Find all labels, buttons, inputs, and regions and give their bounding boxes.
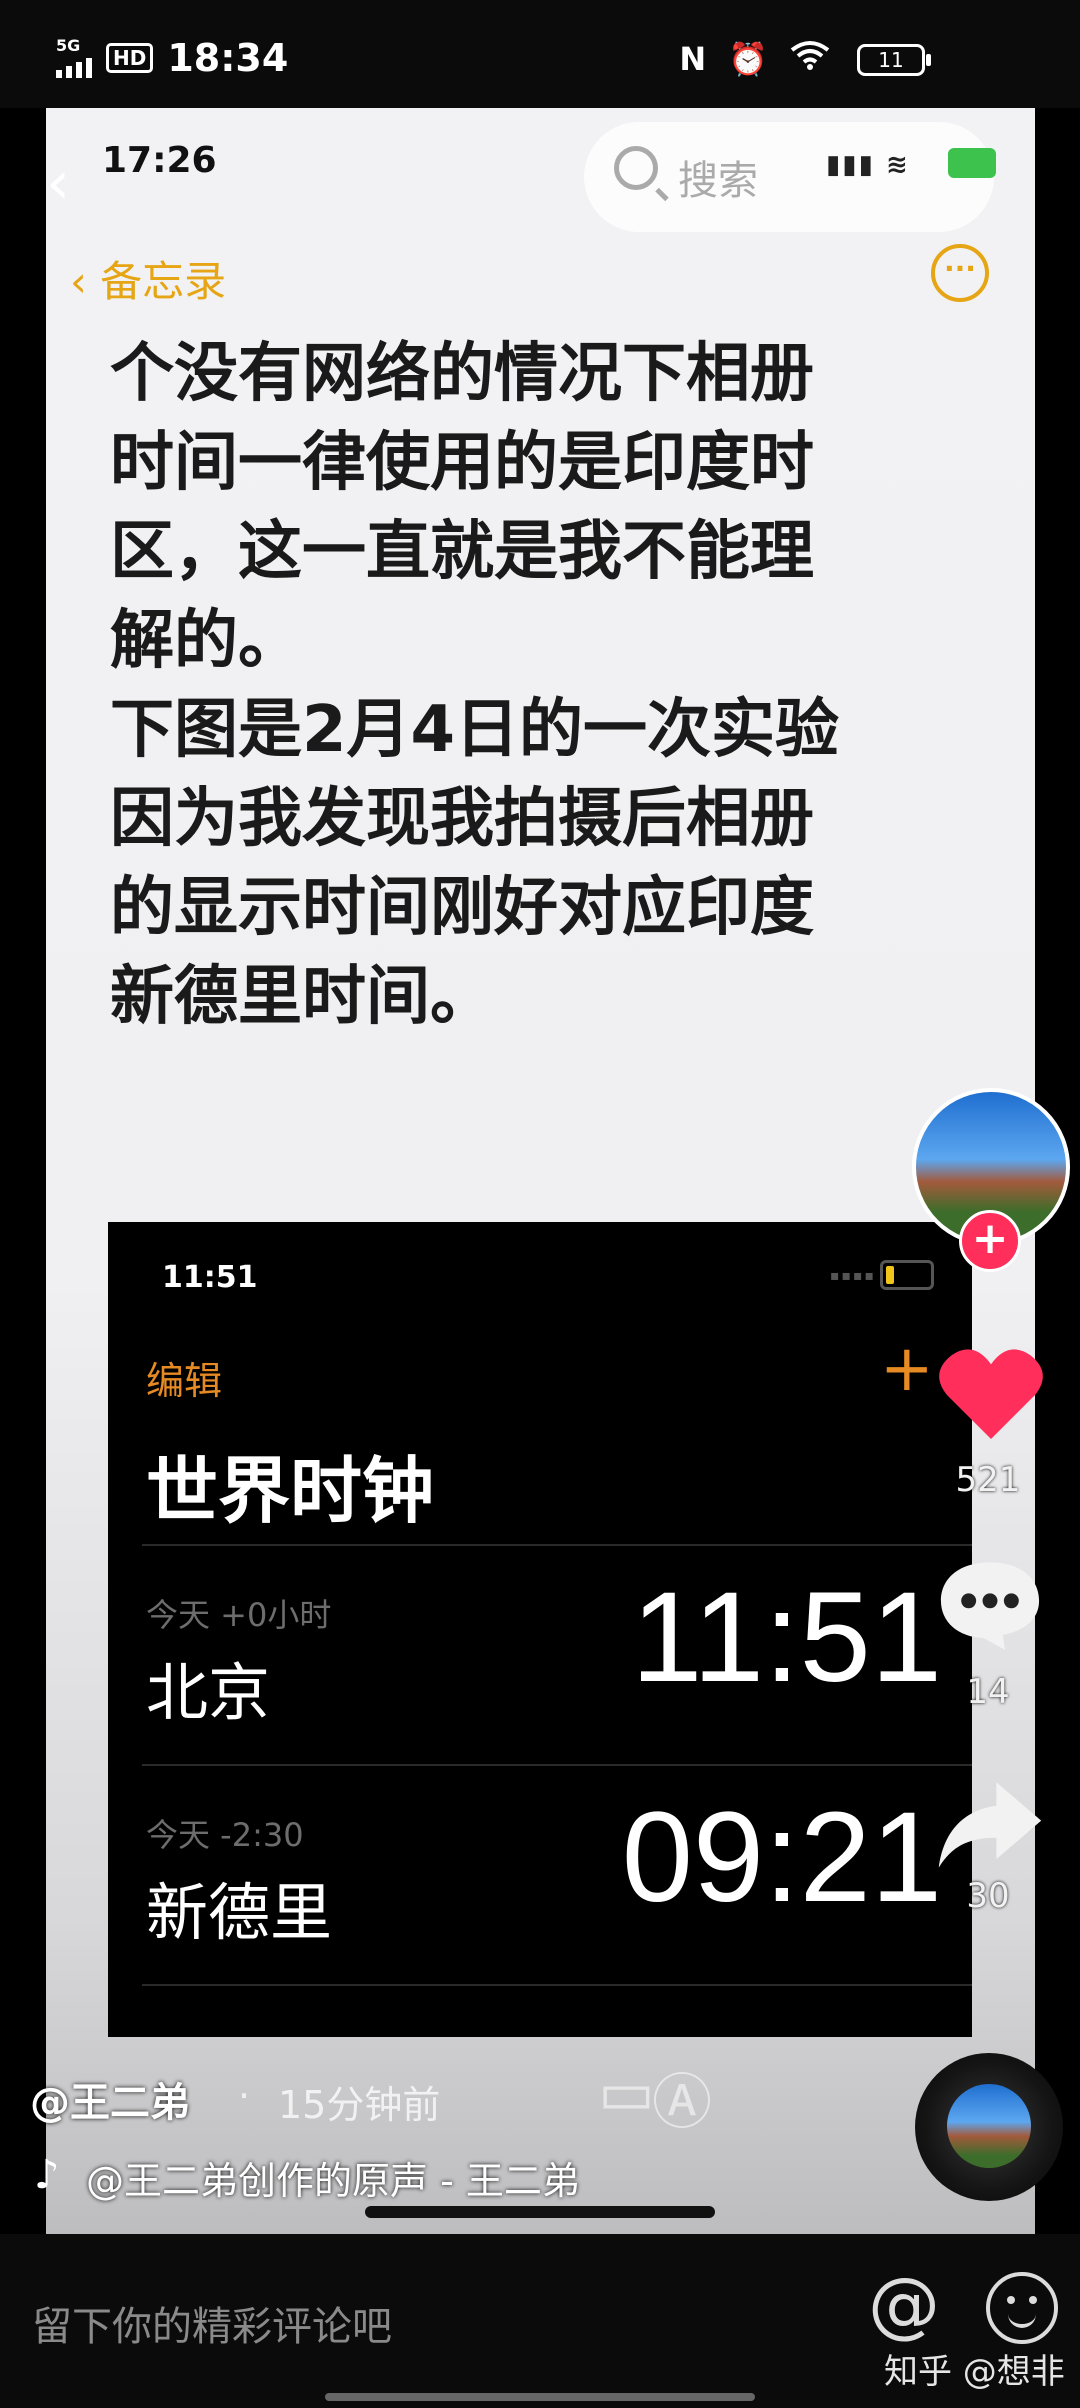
nfc-icon: N [679,40,707,78]
clock-battery-icon [880,1260,934,1290]
music-note-icon: ♪ [34,2152,60,2198]
signal-icon: 5G [56,38,92,78]
divider [142,1544,972,1546]
like-heart-icon[interactable] [936,1340,1046,1450]
row-offset: 今天 -2:30 [146,1816,304,1854]
row-time: 09:21 [621,1786,942,1929]
clock-signal-icon: ▪▪▪▪ [830,1268,876,1284]
follow-plus-icon[interactable]: + [959,1210,1021,1272]
like-count: 521 [955,1460,1021,1500]
search-bar[interactable]: 搜索 [584,122,994,232]
comment-input[interactable]: 留下你的精彩评论吧 [32,2294,392,2352]
back-chevron-icon[interactable]: ‹ [46,148,70,218]
share-count: 30 [966,1876,1010,1916]
divider [142,1984,972,1986]
status-bar: 5G HD 18:34 N ⏰ 11 [0,0,1080,108]
music-disc-cover [947,2084,1031,2168]
faint-camera-icon: ▭ [598,2058,655,2128]
video-player[interactable]: ‹ 17:26 搜索 ▮▮▮ ≋ ‹ 备忘录 ··· 个没有网络的情况下相册 时… [46,108,1035,2234]
video-home-indicator [365,2206,715,2218]
share-arrow-icon[interactable] [934,1778,1046,1874]
divider [142,1764,972,1766]
clock-title: 世界时钟 [146,1449,435,1533]
alarm-icon: ⏰ [728,40,768,78]
hd-badge: HD [106,43,154,73]
clock-status-time: 11:51 [162,1260,258,1295]
video-signal-icon: ▮▮▮ ≋ [826,150,910,180]
comment-count: 14 [966,1672,1010,1712]
mention-at-icon[interactable]: @ [868,2262,940,2346]
search-placeholder: 搜索 [678,158,758,204]
more-icon: ··· [931,244,989,302]
author-name[interactable]: @王二弟 [30,2070,190,2128]
clock-add-icon: + [880,1332,934,1406]
row-offset: 今天 +0小时 [146,1596,332,1634]
wifi-icon [790,40,830,78]
comment-icon[interactable] [936,1556,1044,1652]
video-status-time: 17:26 [102,140,217,181]
music-title[interactable]: @王二弟创作的原声 - 王二弟 [86,2150,580,2205]
emoji-icon[interactable] [986,2272,1058,2344]
status-left: 5G HD 18:34 [56,36,288,80]
row-city: 北京 [146,1656,271,1729]
row-city: 新德里 [146,1876,333,1949]
notes-back-label: 备忘录 [100,257,227,306]
video-battery-icon [948,148,996,178]
note-body: 个没有网络的情况下相册 时间一律使用的是印度时 区，这一直就是我不能理 解的。 … [110,337,840,1034]
status-time: 18:34 [167,36,289,80]
world-clock-screenshot: 11:51 ▪▪▪▪ 编辑 + 世界时钟 今天 +0小时 北京 11:51 今天… [108,1222,972,2037]
notes-back-link: ‹ 备忘录 [70,257,227,306]
watermark: 知乎 @想非 [884,2352,1065,2392]
search-icon [614,146,658,190]
row-time: 11:51 [631,1566,942,1709]
post-time: 15分钟前 [278,2083,441,2127]
separator-dot: · [238,2074,251,2118]
faint-compose-icon: Ⓐ [652,2068,712,2138]
battery-icon: 11 [857,44,931,76]
system-home-indicator[interactable] [325,2393,755,2401]
clock-edit-label: 编辑 [146,1359,223,1403]
network-type: 5G [56,36,81,55]
